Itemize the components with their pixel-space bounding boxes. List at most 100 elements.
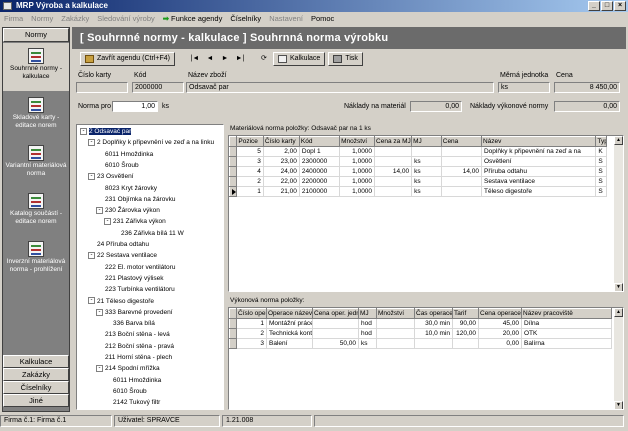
scroll-down-icon[interactable]: ▼ (614, 283, 623, 291)
table-cell[interactable]: 45,00 (478, 318, 522, 329)
table-cell[interactable]: 24,00 (263, 166, 300, 177)
naklady-vykonove-field[interactable]: 0,00 (554, 101, 620, 112)
tree-node[interactable]: -2 Odsavač par (80, 127, 132, 136)
table-row[interactable]: 3 Balení 50,00 ks 0,00 Balírna (229, 338, 612, 349)
column-header[interactable]: Cena operace (478, 308, 522, 319)
tree-node[interactable]: -231 Zářivka výkon (104, 217, 166, 226)
menu-pomoc[interactable]: Pomoc (311, 14, 334, 23)
table-cell[interactable] (376, 338, 415, 349)
table-cell[interactable]: S (595, 166, 607, 177)
tree-node[interactable]: 221 Plastový výlisek (105, 274, 164, 283)
menu-ciselniky[interactable]: Číselníky (230, 14, 261, 23)
table-cell[interactable] (414, 338, 453, 349)
scroll-down-icon[interactable]: ▼ (614, 401, 623, 409)
table-cell[interactable] (312, 318, 359, 329)
table-cell[interactable]: Balírna (521, 338, 612, 349)
table-cell[interactable]: 1 (236, 318, 267, 329)
column-header[interactable]: Název (480, 136, 597, 147)
table-cell[interactable]: 3 (236, 156, 264, 167)
table-cell[interactable] (441, 186, 482, 197)
cislo-karty-field[interactable] (76, 82, 128, 93)
naklady-material-field[interactable]: 0,00 (410, 101, 462, 112)
column-header[interactable]: Cena za MJ (374, 136, 413, 147)
tree-node[interactable]: -22 Sestava ventilace (88, 251, 157, 260)
column-header[interactable]: Cena oper. jedn (312, 308, 359, 319)
tree-node[interactable]: 6010 Šroub (105, 161, 139, 170)
table-cell[interactable]: Montážní práce (266, 318, 313, 329)
tree-node[interactable]: 24 Příruba odtahu (97, 240, 149, 249)
table-cell[interactable]: 1,0000 (339, 146, 376, 157)
table-row[interactable]: 3 23,00 2300000 1,0000 ks Osvětlení S (229, 156, 607, 167)
merna-jednotka-field[interactable]: ks (498, 82, 550, 93)
column-header[interactable]: Kód (298, 136, 341, 147)
column-header[interactable]: MJ (411, 136, 442, 147)
table-cell[interactable]: Doplňky k připevnění na zeď a na (481, 146, 597, 157)
table-cell[interactable] (374, 186, 413, 197)
menu-sledovani-vyroby[interactable]: Sledování výroby (97, 14, 155, 23)
table-cell[interactable]: Osvětlení (481, 156, 597, 167)
close-window-button[interactable]: × (614, 1, 626, 11)
collapse-icon[interactable]: - (80, 127, 87, 135)
table-cell[interactable]: 20,00 (478, 328, 522, 339)
tisk-button[interactable]: Tisk (328, 52, 363, 66)
column-header[interactable]: Pozice (236, 136, 264, 147)
sidebar-section-zakazky[interactable]: Zakázky (3, 368, 69, 381)
column-header[interactable]: Operace název (266, 308, 313, 319)
collapse-icon[interactable]: - (88, 252, 95, 260)
table-cell[interactable] (374, 156, 413, 167)
table-cell[interactable]: 2100000 (299, 186, 341, 197)
table-cell[interactable]: 2300000 (299, 156, 341, 167)
sidebar-item-inverzni-norma[interactable]: Inverzní materiálová norma - prohlížení (3, 236, 69, 286)
table-cell[interactable]: 30,0 min (414, 318, 453, 329)
table-row[interactable]: 2 Technická kont hod 10,0 min 120,00 20,00 OTK (229, 328, 612, 339)
table-cell[interactable]: hod (358, 318, 377, 329)
table-cell[interactable] (374, 146, 413, 157)
table-row[interactable]: 2 22,00 2200000 1,0000 ks Sestava ventilace S (229, 176, 607, 187)
table-cell[interactable] (452, 338, 479, 349)
table-cell[interactable]: 5 (236, 146, 264, 157)
table-cell[interactable]: OTK (521, 328, 612, 339)
tree-node[interactable]: -23 Osvětlení (88, 172, 134, 181)
material-norm-grid[interactable]: Pozice Číslo karty Kód Množství Cena za MJ MJ… (228, 135, 624, 292)
menu-normy[interactable]: Normy (31, 14, 53, 23)
tree-node[interactable]: -21 Těleso digestoře (88, 297, 154, 306)
table-cell[interactable]: 2200000 (299, 176, 341, 187)
table-cell[interactable] (312, 328, 359, 339)
sidebar-item-skladove-karty[interactable]: Skladové karty - editace norem (3, 92, 69, 138)
sidebar-item-souhrnne-normy[interactable]: Souhrnné normy - kalkulace (3, 43, 69, 91)
column-header[interactable]: Cena (440, 136, 482, 147)
collapse-icon[interactable]: - (96, 308, 103, 316)
table-cell[interactable]: Sestava ventilace (481, 176, 597, 187)
tree-node[interactable]: -333 Barevné provedení (96, 308, 173, 317)
column-header[interactable]: MJ (358, 308, 377, 319)
tree-node[interactable]: 336 Barva bílá (113, 319, 155, 328)
table-row[interactable]: 5 2,00 Dopl 1 1,0000 Doplňky k připevnění na… (229, 146, 607, 157)
table-cell[interactable]: Dílna (521, 318, 612, 329)
row-indicator[interactable] (229, 166, 238, 177)
table-cell[interactable]: Těleso digestoře (481, 186, 597, 197)
first-record-button[interactable]: |◄ (189, 52, 201, 66)
tree-node[interactable]: 223 Turbínka ventilátoru (105, 285, 175, 294)
table-cell[interactable]: 10,0 min (414, 328, 453, 339)
collapse-icon[interactable]: - (96, 206, 103, 214)
next-record-button[interactable]: ► (219, 52, 231, 66)
menu-funkce-agendy[interactable]: Funkce agendy (171, 14, 222, 23)
table-cell[interactable]: 1,0000 (339, 186, 376, 197)
table-cell[interactable]: 1,0000 (339, 166, 376, 177)
table-cell[interactable]: S (595, 186, 607, 197)
row-indicator[interactable] (229, 328, 237, 339)
sidebar-item-katalog-soucasti[interactable]: Katalog součástí - editace norem (3, 188, 69, 234)
menu-nastaveni[interactable]: Nastavení (269, 14, 303, 23)
nazev-zbozi-field[interactable]: Odsavač par (186, 82, 494, 93)
table-cell[interactable]: 1 (236, 186, 264, 197)
column-header[interactable]: Tarif (452, 308, 479, 319)
table-cell[interactable]: Balení (266, 338, 313, 349)
table-cell[interactable]: 90,00 (452, 318, 479, 329)
table-cell[interactable]: 1,0000 (339, 156, 376, 167)
table-cell[interactable]: 50,00 (312, 338, 359, 349)
table-row[interactable]: 1 Montážní práce hod 30,0 min 90,00 45,00 Díln… (229, 318, 612, 329)
row-indicator[interactable] (229, 186, 238, 197)
table-cell[interactable] (441, 176, 482, 187)
collapse-icon[interactable]: - (88, 297, 95, 305)
cena-field[interactable]: 8 450,00 (554, 82, 620, 93)
